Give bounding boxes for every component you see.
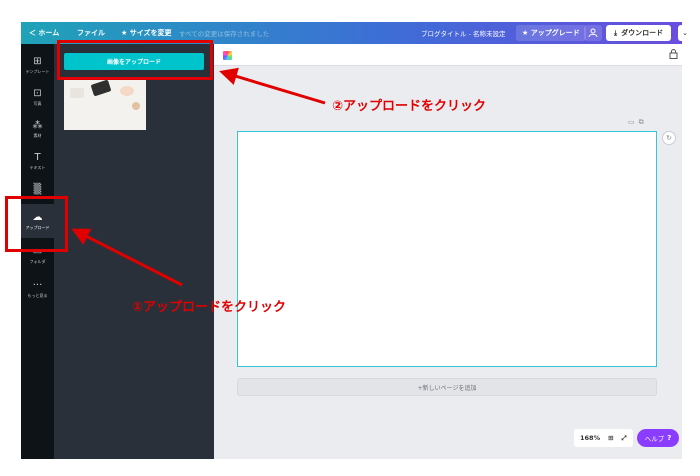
uploads-panel: 画像をアップロード — [54, 44, 214, 459]
sidebar-item-label: 写真 — [33, 100, 42, 106]
download-button[interactable]: ⤓ ダウンロード — [606, 25, 672, 41]
duplicate-page-icon[interactable]: ⧉ — [639, 118, 648, 126]
add-page-button[interactable]: +新しいページを追加 — [237, 378, 657, 396]
sidebar-item-label: フォルダ — [29, 258, 46, 264]
sidebar-item-label: テンプレート — [25, 68, 50, 74]
template-icon: ⊞ — [33, 55, 42, 67]
text-icon: T — [34, 151, 41, 163]
people-icon — [588, 28, 598, 39]
lock-icon[interactable] — [669, 49, 678, 62]
highlight-box-upload-button — [57, 40, 213, 80]
download-icon: ⤓ — [614, 28, 618, 37]
elements-icon: ⁂ — [32, 119, 43, 131]
zoom-controls: 168% ⊞ ⤢ — [574, 429, 633, 447]
color-picker-icon[interactable] — [223, 51, 232, 60]
background-icon: ▒ — [33, 183, 42, 195]
sidebar-item-text[interactable]: T テキスト — [21, 146, 54, 176]
sidebar-item-templates[interactable]: ⊞ テンプレート — [21, 50, 54, 80]
share-people-button[interactable] — [584, 25, 602, 41]
sidebar-item-photos[interactable]: ⊡ 写真 — [21, 82, 54, 112]
grid-view-icon[interactable]: ⊞ — [608, 434, 613, 442]
home-back-link[interactable]: ＜ ホーム — [29, 22, 59, 44]
upgrade-button[interactable]: ★ アップグレード — [516, 25, 586, 41]
refresh-icon[interactable]: ↻ — [662, 131, 676, 145]
help-button[interactable]: ヘルプ ? — [637, 429, 679, 447]
sidebar-item-label: もっと見る — [27, 292, 48, 298]
sidebar-item-label: 素材 — [33, 132, 42, 138]
page-tools: ▭⧉ — [628, 118, 648, 127]
uploaded-image-thumbnail[interactable] — [64, 78, 146, 130]
zoom-level[interactable]: 168% — [580, 434, 600, 442]
fullscreen-icon[interactable]: ⤢ — [622, 434, 627, 443]
question-icon: ? — [667, 434, 672, 442]
annotation-step1: ①アップロードをクリック — [132, 300, 287, 315]
screenshot-root: ＜ ホーム ファイル ★ サイズを変更 すべての変更は保存されました ブログタイ… — [0, 0, 700, 476]
highlight-box-upload-nav — [5, 196, 68, 252]
sidebar-item-more[interactable]: ··· もっと見る — [21, 274, 54, 304]
more-icon: ··· — [32, 279, 43, 291]
editor-toolbar — [214, 44, 682, 66]
download-label: ダウンロード — [621, 29, 664, 37]
help-label: ヘルプ — [644, 435, 665, 443]
sidebar-item-elements[interactable]: ⁂ 素材 — [21, 114, 54, 144]
annotation-step2: ②アップロードをクリック — [332, 99, 487, 114]
sidebar-item-label: テキスト — [29, 164, 46, 170]
photo-icon: ⊡ — [33, 87, 42, 99]
comment-icon[interactable]: ▭ — [628, 118, 639, 126]
download-options-button[interactable]: ⌄ — [678, 25, 692, 41]
design-title[interactable]: ブログタイトル - 名称未設定 — [421, 22, 505, 44]
design-canvas-page[interactable] — [237, 131, 657, 367]
